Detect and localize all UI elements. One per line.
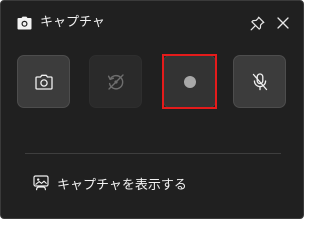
start-recording-button[interactable] [163,55,216,108]
close-button[interactable] [272,12,294,34]
screenshot-button[interactable] [17,55,70,108]
record-last-30s-button[interactable] [89,55,142,108]
show-captures-link[interactable]: キャプチャを表示する [33,172,187,194]
camera-icon [34,74,53,90]
record-dot-icon [183,75,196,88]
pin-button[interactable] [246,12,268,34]
capture-widget: キャプチャ キャプチャを表示する [0,0,304,219]
camera-icon [17,16,32,30]
pin-icon [250,16,264,30]
close-icon [277,17,289,29]
window-title: キャプチャ [40,15,105,30]
show-captures-label: キャプチャを表示する [57,177,187,193]
gallery-icon [33,175,49,191]
replay-icon [107,73,124,90]
mic-muted-icon [252,72,267,90]
mic-toggle-button[interactable] [233,55,286,108]
title-bar: キャプチャ [1,1,303,45]
divider [25,153,281,154]
